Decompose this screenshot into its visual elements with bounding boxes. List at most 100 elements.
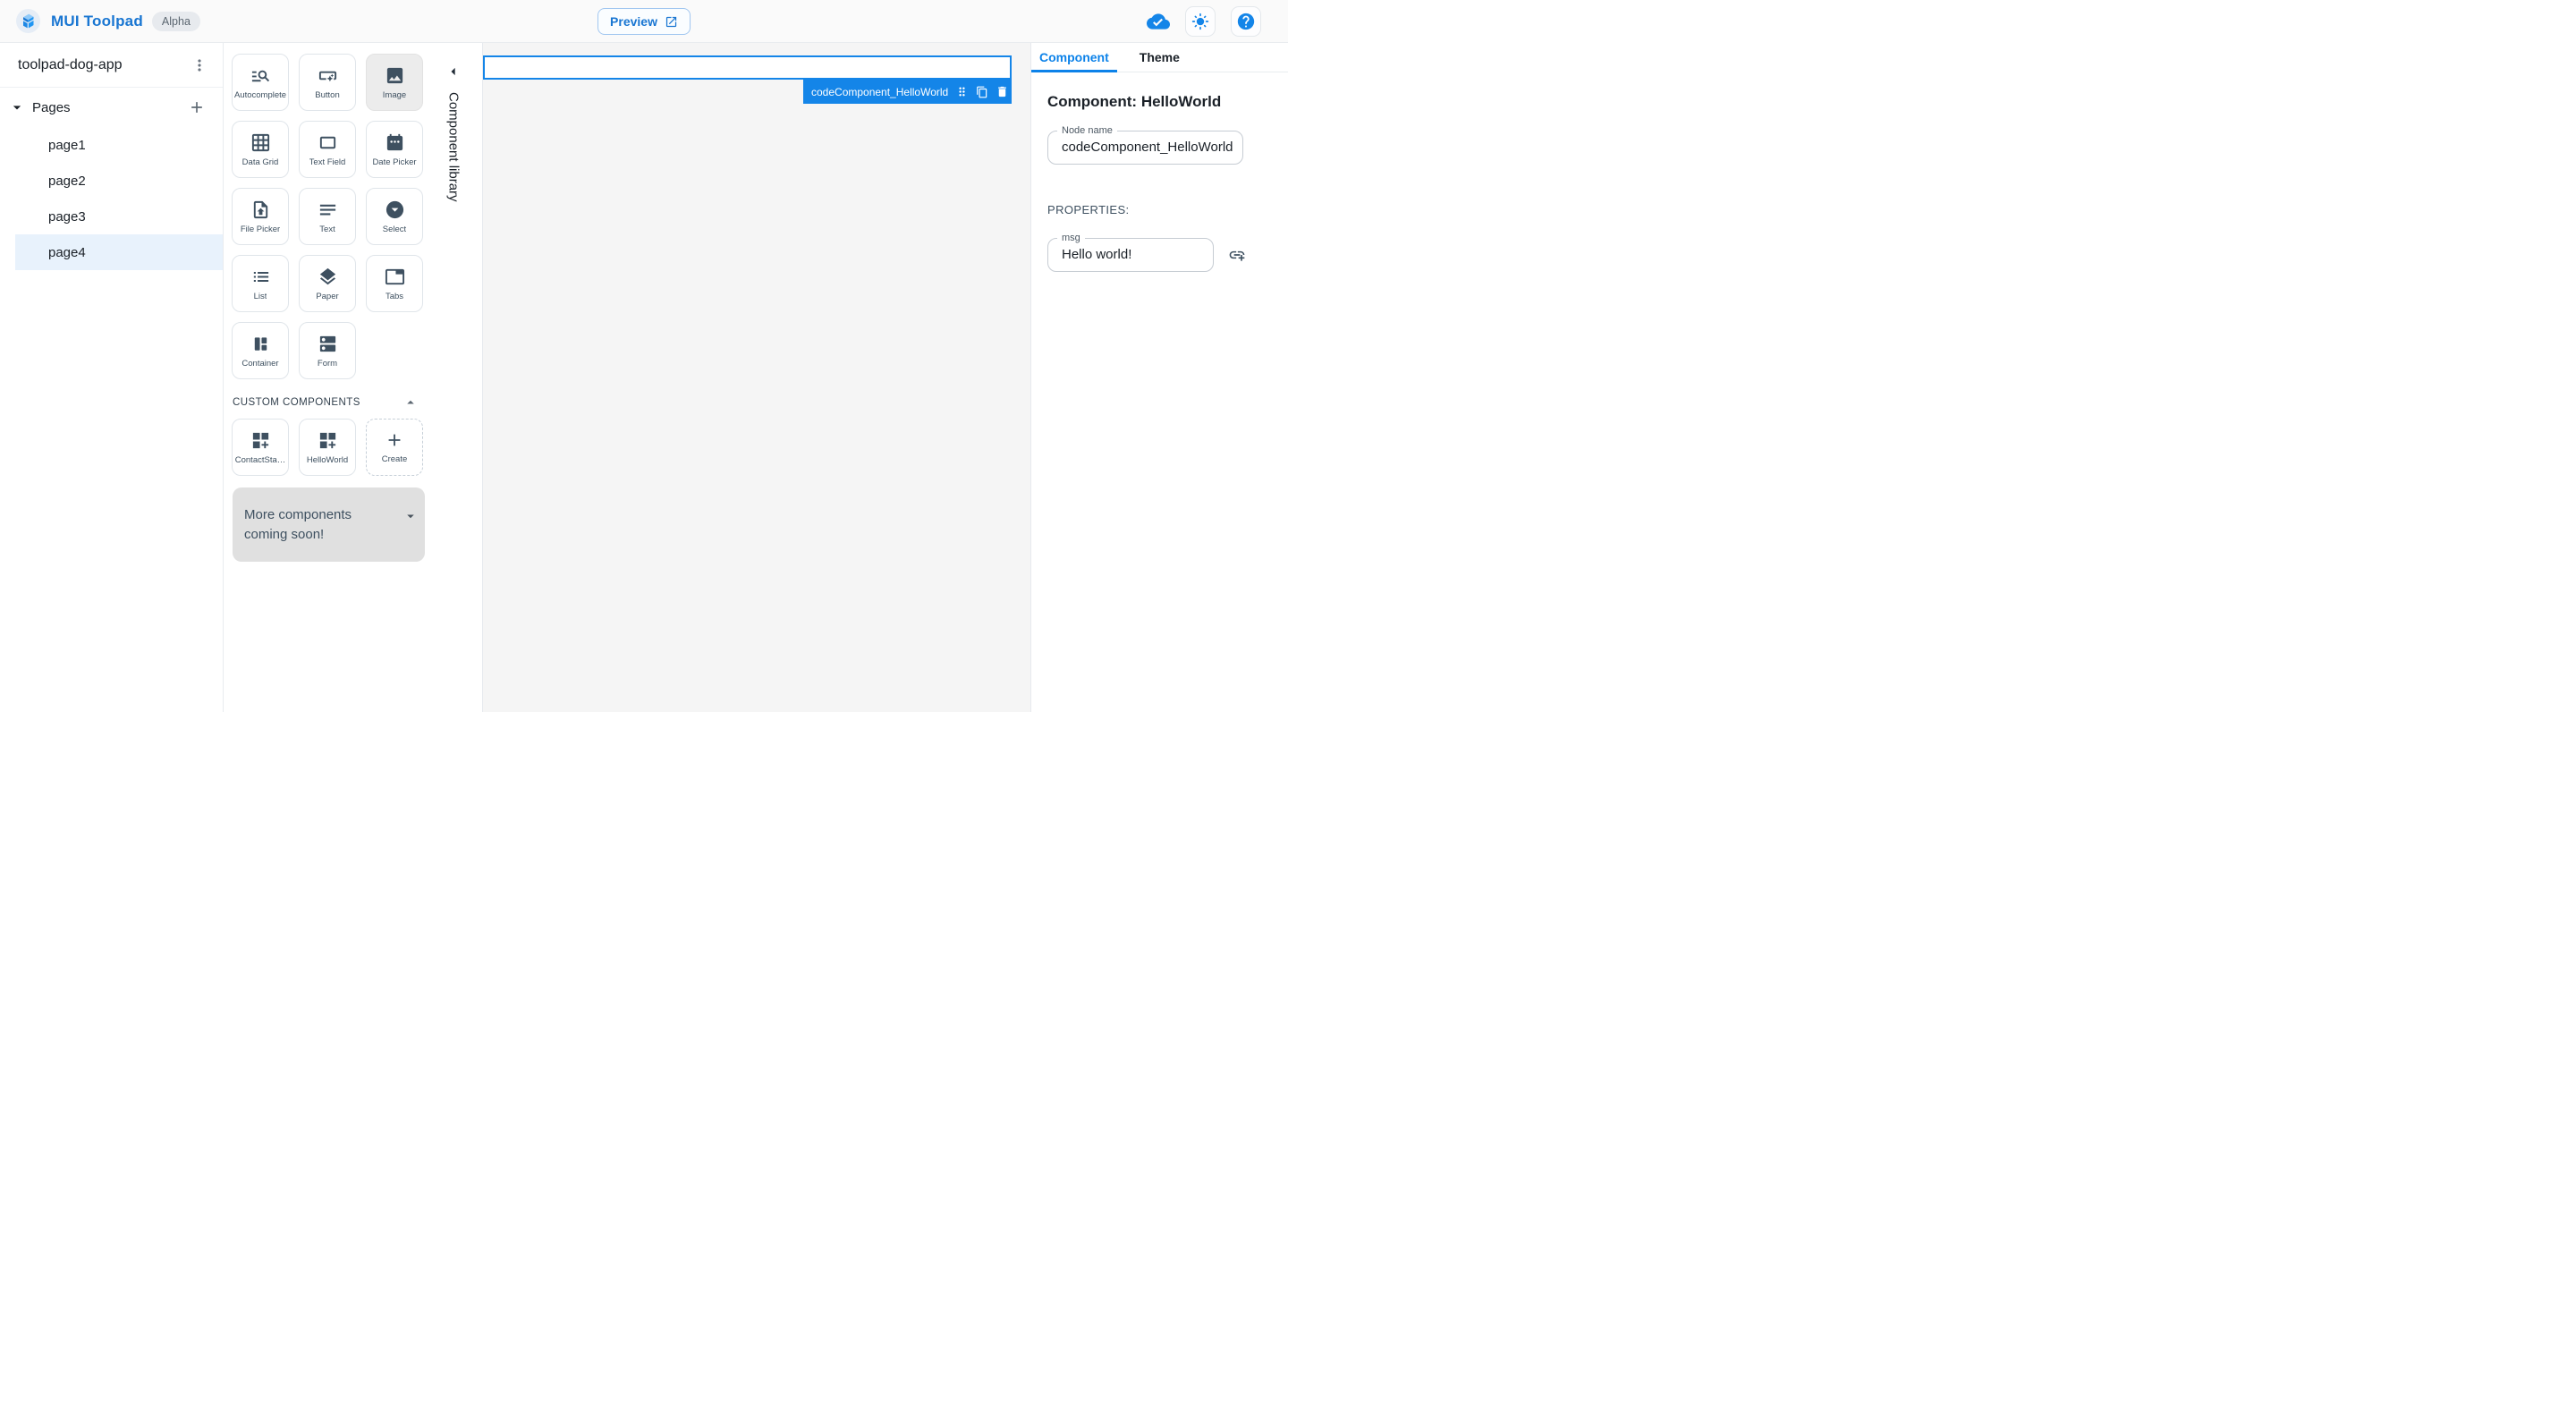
help-button[interactable]	[1231, 5, 1261, 37]
dashboard-customize-icon	[250, 430, 271, 451]
msg-label: msg	[1057, 233, 1085, 243]
library-card-file-picker[interactable]: File Picker	[232, 188, 289, 245]
smart-button-icon	[318, 65, 338, 86]
custom-component-helloworld[interactable]: HelloWorld	[299, 419, 356, 476]
collapse-up-icon	[402, 394, 419, 411]
custom-component-contactsta[interactable]: ContactSta…	[232, 419, 289, 476]
custom-components-grid: ContactSta… HelloWorld Create	[232, 419, 423, 476]
explorer-sidebar: toolpad-dog-app Pages page1 page2 page3 …	[0, 43, 224, 712]
card-label: Data Grid	[242, 157, 279, 167]
sidebar-item-page3[interactable]: page3	[0, 199, 223, 234]
page-label: page2	[48, 173, 86, 189]
tab-icon	[385, 267, 405, 287]
plus-icon	[385, 430, 404, 450]
cloud-done-icon	[1147, 10, 1170, 33]
delete-node-button[interactable]	[996, 85, 1009, 98]
more-vert-icon	[191, 56, 208, 74]
tab-theme[interactable]: Theme	[1131, 43, 1188, 72]
file-upload-icon	[250, 199, 271, 220]
drag-indicator-icon	[955, 85, 969, 98]
theme-toggle-button[interactable]	[1185, 5, 1216, 37]
create-label: Create	[381, 454, 408, 464]
help-icon	[1236, 12, 1256, 31]
trash-icon	[996, 85, 1009, 98]
tab-label: Theme	[1139, 50, 1180, 64]
properties-label: PROPERTIES:	[1047, 203, 1130, 216]
app-title: MUI Toolpad	[51, 12, 143, 30]
copy-icon	[976, 86, 988, 98]
tab-component[interactable]: Component	[1031, 43, 1117, 72]
coming-soon-banner[interactable]: More components coming soon!	[233, 487, 425, 562]
msg-field[interactable]: msg Hello world!	[1047, 233, 1214, 272]
sidebar-item-page1[interactable]: page1	[0, 127, 223, 163]
card-label: HelloWorld	[306, 454, 349, 465]
library-card-container[interactable]: Container	[232, 322, 289, 379]
card-label: Text Field	[309, 157, 346, 167]
card-label: List	[253, 291, 267, 301]
custom-components-label: CUSTOM COMPONENTS	[233, 397, 360, 408]
library-card-tabs[interactable]: Tabs	[366, 255, 423, 312]
sidebar-item-page2[interactable]: page2	[0, 163, 223, 199]
card-label: Container	[242, 358, 279, 369]
text-field-icon	[318, 132, 338, 153]
card-label: Button	[315, 89, 340, 100]
arrow-left-icon	[445, 63, 462, 81]
pages-tree-header[interactable]: Pages	[0, 93, 223, 122]
library-card-form[interactable]: Form	[299, 322, 356, 379]
page-label: page3	[48, 208, 86, 225]
library-card-select[interactable]: Select	[366, 188, 423, 245]
library-card-button[interactable]: Button	[299, 54, 356, 111]
pages-label: Pages	[32, 99, 71, 115]
inspector-panel: Component Theme Component: HelloWorld No…	[1031, 43, 1288, 712]
card-label: Autocomplete	[233, 89, 287, 100]
toolpad-logo-icon	[16, 9, 40, 33]
dashboard-customize-icon	[318, 430, 338, 451]
dns-icon	[318, 334, 338, 354]
library-card-list[interactable]: List	[232, 255, 289, 312]
library-card-image[interactable]: Image	[366, 54, 423, 111]
msg-value: Hello world!	[1062, 247, 1132, 262]
selected-component-outline[interactable]	[483, 55, 1012, 80]
light-mode-icon	[1191, 13, 1209, 30]
page-label: page1	[48, 137, 86, 153]
add-link-icon	[1228, 246, 1246, 264]
duplicate-node-button[interactable]	[976, 86, 988, 98]
library-card-date-picker[interactable]: Date Picker	[366, 121, 423, 178]
add-page-button[interactable]	[185, 96, 208, 119]
plus-icon	[188, 98, 206, 116]
main-body: toolpad-dog-app Pages page1 page2 page3 …	[0, 43, 1288, 712]
project-name: toolpad-dog-app	[18, 56, 123, 72]
preview-button-label: Preview	[610, 14, 657, 29]
library-card-text[interactable]: Text	[299, 188, 356, 245]
library-collapse-strip: Component library	[425, 43, 482, 712]
component-library-title: Component library	[445, 92, 462, 202]
library-card-text-field[interactable]: Text Field	[299, 121, 356, 178]
card-label: Image	[382, 89, 407, 100]
mui-toolpad-app: MUI Toolpad Alpha Preview toolpad-dog-ap…	[0, 0, 1288, 712]
sidebar-item-page4[interactable]: page4	[15, 234, 223, 270]
bind-property-button[interactable]	[1226, 244, 1248, 266]
image-icon	[385, 65, 405, 86]
preview-button[interactable]: Preview	[597, 8, 691, 35]
library-card-data-grid[interactable]: Data Grid	[232, 121, 289, 178]
notes-icon	[318, 199, 338, 220]
library-card-autocomplete[interactable]: Autocomplete	[232, 54, 289, 111]
container-icon	[250, 334, 271, 354]
collapse-library-button[interactable]	[444, 62, 463, 81]
component-heading: Component: HelloWorld	[1047, 93, 1222, 110]
drag-handle[interactable]	[955, 85, 969, 98]
custom-components-header[interactable]: CUSTOM COMPONENTS	[233, 394, 419, 411]
create-component-button[interactable]: Create	[366, 419, 423, 476]
library-card-paper[interactable]: Paper	[299, 255, 356, 312]
node-name-label: Node name	[1057, 125, 1117, 136]
app-header: MUI Toolpad Alpha Preview	[0, 0, 1288, 43]
selected-node-toolbar: codeComponent_HelloWorld	[803, 80, 1012, 104]
editor-canvas[interactable]: codeComponent_HelloWorld	[483, 43, 1031, 712]
card-label: Tabs	[385, 291, 404, 301]
tab-label: Component	[1039, 50, 1109, 64]
project-menu-button[interactable]	[187, 53, 212, 78]
layers-icon	[318, 267, 338, 287]
node-name-field[interactable]: Node name codeComponent_HelloWorld	[1047, 125, 1243, 165]
card-label: Text	[319, 224, 335, 234]
chevron-down-icon	[8, 98, 26, 116]
